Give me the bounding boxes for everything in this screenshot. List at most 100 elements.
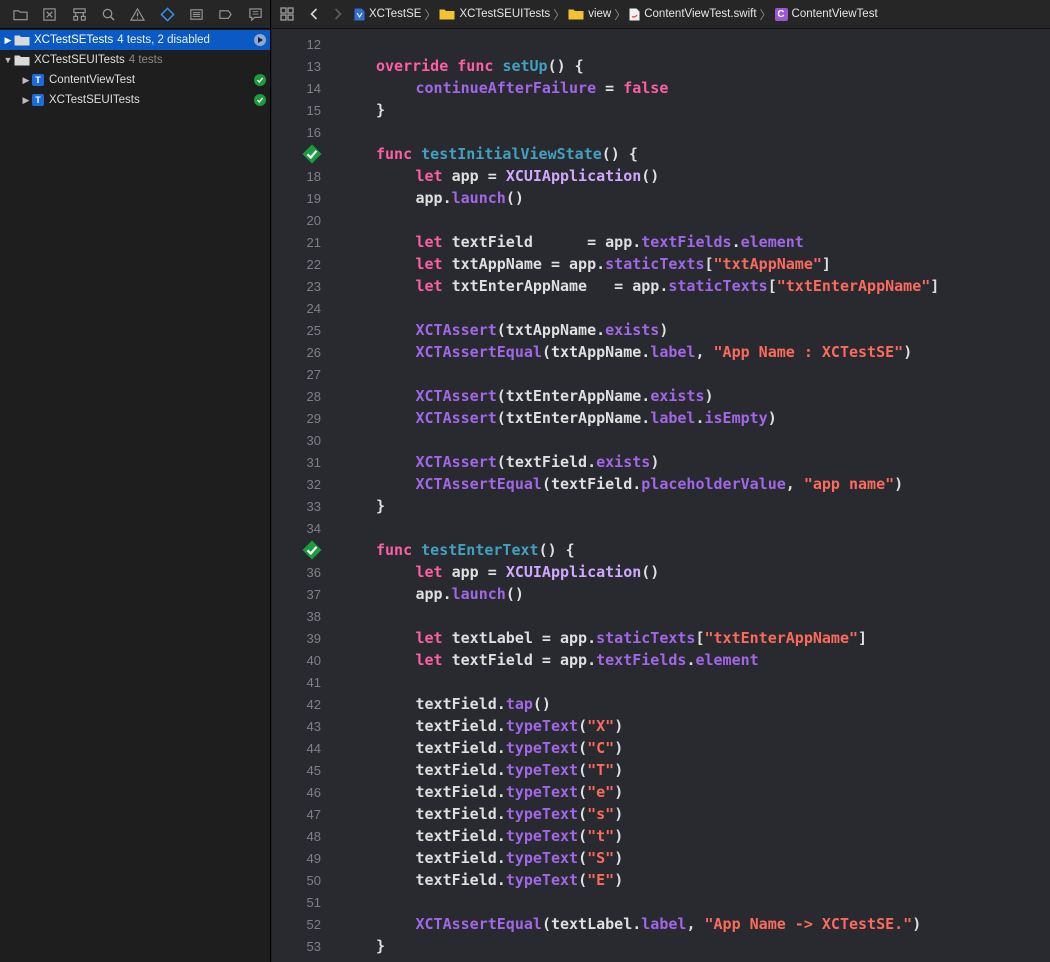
forward-button[interactable] [326, 0, 350, 29]
line-number: 47 [306, 806, 321, 822]
hierarchy-icon [73, 7, 86, 21]
line-number: 43 [306, 718, 321, 734]
line-number: 12 [306, 36, 321, 52]
code-line: 50 textField.typeText("E") [272, 869, 1050, 891]
breadcrumb-symbol[interactable]: C ContentViewTest [774, 7, 878, 21]
line-number: 36 [306, 564, 321, 580]
disclosure-triangle-right-icon[interactable]: ▶ [20, 70, 32, 90]
run-test-icon[interactable] [254, 34, 266, 46]
code-line: 19 app.launch() [272, 187, 1050, 209]
breadcrumb-project[interactable]: XCTestSE [354, 8, 421, 21]
line-number: 28 [306, 388, 321, 404]
code-line: 31 XCTAssert(textField.exists) [272, 451, 1050, 473]
test-class-name: XCTestSEUITests [49, 94, 140, 106]
line-number: 23 [306, 278, 321, 294]
back-button[interactable] [302, 0, 326, 29]
code-text: XCTAssert(txtEnterAppName.label.isEmpty) [416, 409, 777, 427]
project-navigator-tab[interactable] [6, 0, 35, 29]
code-token: (txtEnterAppName. [496, 409, 651, 427]
report-navigator-tab[interactable] [241, 0, 270, 29]
test-passed-icon[interactable] [254, 74, 266, 86]
line-number: 32 [306, 476, 321, 492]
code-line: 38 [272, 605, 1050, 627]
chevron-left-icon [310, 8, 318, 20]
swift-file-icon [629, 8, 640, 20]
breadcrumb-folder[interactable]: view [568, 8, 611, 20]
warning-icon [130, 7, 146, 21]
code-line: 13 override func setUp() { [272, 55, 1050, 77]
code-line: 16 [272, 121, 1050, 143]
test-navigator-tab[interactable] [153, 0, 182, 29]
code-token: , [686, 915, 705, 933]
code-line: 25 XCTAssert(txtAppName.exists) [272, 319, 1050, 341]
code-token: typeText [505, 783, 579, 801]
code-token: ) [614, 871, 624, 889]
code-token: element [740, 233, 804, 251]
code-token: ) [704, 387, 714, 405]
disclosure-triangle-right-icon[interactable]: ▶ [2, 30, 14, 50]
code-token: textField. [415, 761, 506, 779]
test-bundle-row[interactable]: ▼ XCTestSEUITests 4 tests [0, 50, 270, 70]
symbol-navigator-tab[interactable] [65, 0, 94, 29]
code-line: 44 textField.typeText("C") [272, 737, 1050, 759]
code-line: 53} [272, 935, 1050, 957]
code-token: ( [578, 827, 588, 845]
test-bundle-row[interactable]: ▶ XCTestSETests 4 tests, 2 disabled [0, 30, 270, 50]
test-passed-diamond-icon[interactable] [302, 144, 322, 164]
breadcrumb-group[interactable]: XCTestSEUITests [439, 8, 550, 20]
code-line: 49 textField.typeText("S") [272, 847, 1050, 869]
source-control-icon [43, 7, 57, 21]
issue-navigator-tab[interactable] [123, 0, 152, 29]
code-line: 30 [272, 429, 1050, 451]
disclosure-triangle-down-icon[interactable]: ▼ [2, 50, 14, 70]
code-text: XCTAssertEqual(txtAppName.label, "App Na… [416, 343, 913, 361]
source-control-navigator-tab[interactable] [35, 0, 64, 29]
line-number: 15 [306, 102, 321, 118]
navigator-toolbar [0, 0, 270, 29]
code-token: false [623, 79, 669, 97]
code-text: textField.typeText("s") [416, 805, 624, 823]
code-token: app. [415, 189, 452, 207]
code-token: XCTAssert [415, 387, 497, 405]
code-token: ] [930, 277, 940, 295]
code-token: XCUIApplication [505, 167, 642, 185]
line-number: 25 [306, 322, 321, 338]
related-items-button[interactable] [272, 0, 302, 29]
test-passed-diamond-icon[interactable] [302, 540, 322, 560]
code-area[interactable]: 12 13 override func setUp() {14 continueAft… [272, 30, 1050, 962]
debug-navigator-tab[interactable] [182, 0, 211, 29]
code-line: 48 textField.typeText("t") [272, 825, 1050, 847]
code-token: XCTAssert [415, 409, 497, 427]
breakpoint-navigator-tab[interactable] [211, 0, 240, 29]
code-line: 21 let textField = app.textFields.element [272, 231, 1050, 253]
test-class-row[interactable]: ▶ T XCTestSEUITests [0, 90, 270, 110]
breadcrumb-separator-icon: 〉 [614, 7, 627, 22]
disclosure-triangle-right-icon[interactable]: ▶ [20, 90, 32, 110]
code-token: testInitialViewState [421, 145, 602, 163]
code-token: typeText [505, 805, 579, 823]
code-token: app = [442, 167, 506, 185]
test-passed-icon[interactable] [254, 94, 266, 106]
code-token: func [376, 145, 413, 163]
code-token: [ [704, 255, 714, 273]
code-token: () [641, 563, 660, 581]
code-token: textField. [415, 849, 506, 867]
test-class-row[interactable]: ▶ T ContentViewTest [0, 70, 270, 90]
code-token: testEnterText [421, 541, 539, 559]
line-number: 49 [306, 850, 321, 866]
code-token: (txtAppName. [541, 343, 651, 361]
code-line: 47 textField.typeText("s") [272, 803, 1050, 825]
code-token: , [785, 475, 804, 493]
code-token: (txtEnterAppName. [496, 387, 651, 405]
breadcrumb-file[interactable]: ContentViewTest.swift [629, 8, 757, 21]
folder-icon [14, 54, 30, 66]
code-text: } [376, 937, 385, 955]
code-token: textField. [415, 739, 506, 757]
find-navigator-tab[interactable] [94, 0, 123, 29]
line-number: 13 [306, 58, 321, 74]
breadcrumb-symbol-label: ContentViewTest [791, 8, 878, 20]
code-token: let [415, 651, 443, 669]
test-bundle-count: 4 tests [128, 54, 163, 66]
code-line: 43 textField.typeText("X") [272, 715, 1050, 737]
